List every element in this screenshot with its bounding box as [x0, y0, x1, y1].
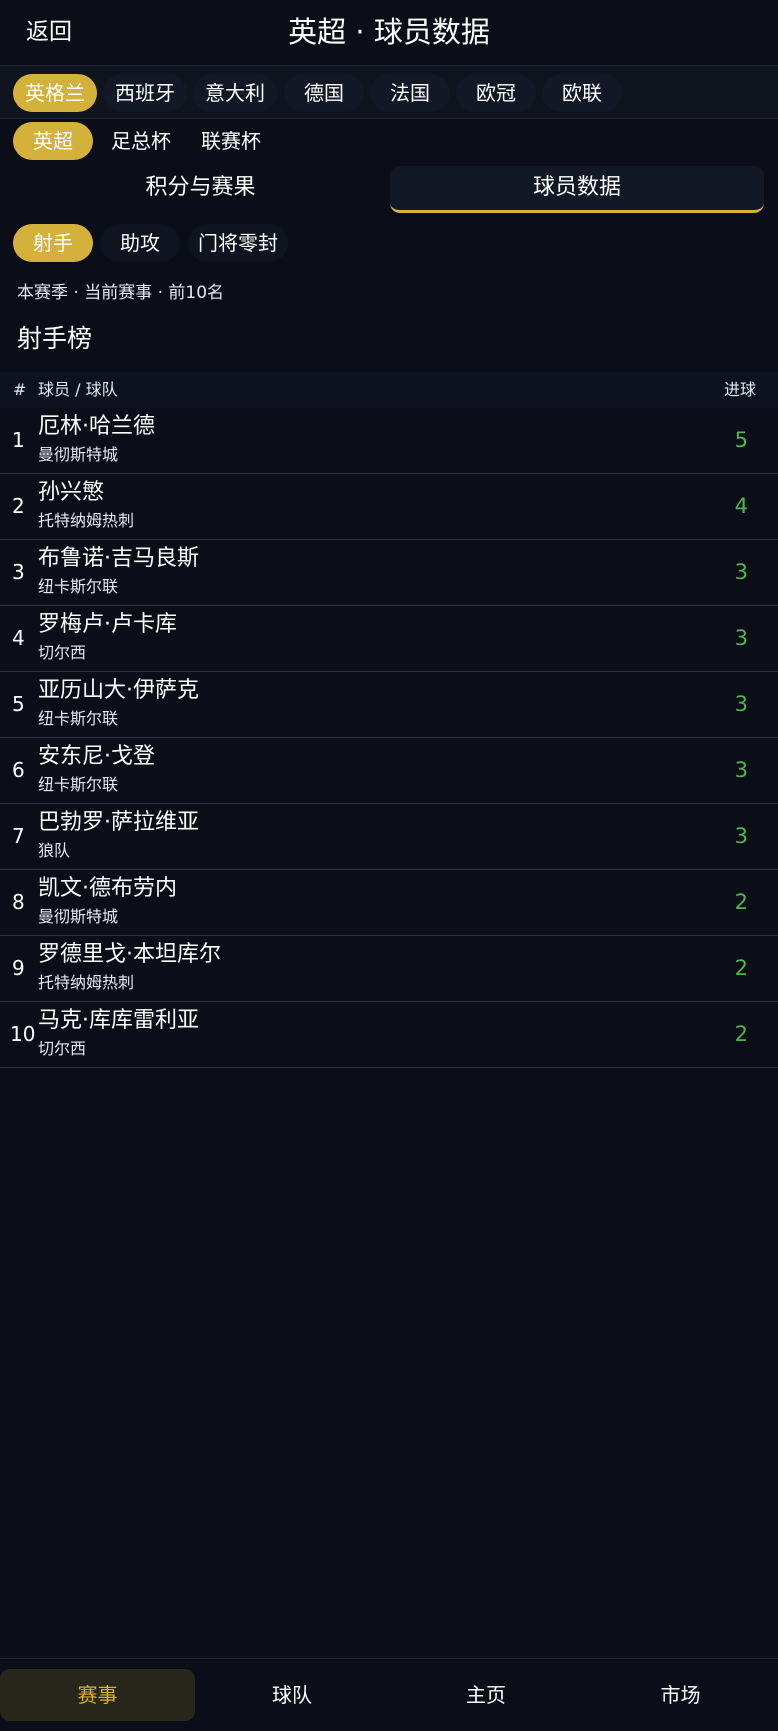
stat-type-tabs: 射手 助攻 门将零封 [0, 224, 778, 266]
row-goals: 4 [734, 494, 748, 518]
row-team: 切尔西 [38, 643, 87, 662]
row-team: 纽卡斯尔联 [38, 709, 119, 728]
header: 返回 英超 · 球员数据 [0, 0, 778, 66]
row-goals: 3 [734, 560, 748, 584]
stat-tab-assists[interactable]: 助攻 [100, 224, 180, 262]
country-tab-spain[interactable]: 西班牙 [103, 74, 187, 112]
row-team: 曼彻斯特城 [38, 907, 119, 926]
competition-tab-league-cup[interactable]: 联赛杯 [190, 122, 272, 160]
row-goals: 2 [734, 890, 748, 914]
row-rank: 1 [12, 428, 25, 452]
nav-market[interactable]: 市场 [583, 1669, 778, 1721]
scorers-table: # 球员 / 球队 进球 1 厄林·哈兰德 曼彻斯特城 5 2 孙兴慜 托特纳姆… [0, 372, 778, 1068]
row-rank: 9 [12, 956, 25, 980]
scope-meta: 本赛季 · 当前赛事 · 前10名 [17, 283, 225, 303]
app-screen: 返回 英超 · 球员数据 英格兰 西班牙 意大利 德国 法国 欧冠 欧联 英超 … [0, 0, 778, 1731]
row-team: 切尔西 [38, 1039, 87, 1058]
bottom-nav: 赛事 球队 主页 市场 [0, 1658, 778, 1731]
table-row[interactable]: 1 厄林·哈兰德 曼彻斯特城 5 [0, 408, 778, 474]
table-row[interactable]: 4 罗梅卢·卢卡库 切尔西 3 [0, 606, 778, 672]
row-rank: 8 [12, 890, 25, 914]
section-title: 射手榜 [17, 324, 93, 353]
row-player: 罗梅卢·卢卡库 [38, 612, 177, 637]
table-row[interactable]: 8 凯文·德布劳内 曼彻斯特城 2 [0, 870, 778, 936]
row-rank: 2 [12, 494, 25, 518]
table-row[interactable]: 2 孙兴慜 托特纳姆热刺 4 [0, 474, 778, 540]
country-tab-uel[interactable]: 欧联 [542, 74, 622, 112]
row-player: 凯文·德布劳内 [38, 876, 177, 901]
segment-standings-results[interactable]: 积分与赛果 [13, 166, 388, 210]
row-rank: 7 [12, 824, 25, 848]
row-team: 狼队 [38, 841, 71, 860]
country-tab-ucl[interactable]: 欧冠 [456, 74, 536, 112]
country-tabs: 英格兰 西班牙 意大利 德国 法国 欧冠 欧联 [0, 66, 778, 119]
table-header: # 球员 / 球队 进球 [0, 372, 778, 408]
table-row[interactable]: 10 马克·库库雷利亚 切尔西 2 [0, 1002, 778, 1068]
row-team: 托特纳姆热刺 [38, 973, 135, 992]
row-goals: 3 [734, 824, 748, 848]
row-goals: 3 [734, 692, 748, 716]
segment-switch: 积分与赛果 球员数据 [0, 166, 778, 214]
row-rank: 6 [12, 758, 25, 782]
row-goals: 5 [734, 428, 748, 452]
segment-player-stats[interactable]: 球员数据 [390, 166, 764, 213]
header-goals: 进球 [723, 380, 756, 399]
row-rank: 5 [12, 692, 25, 716]
row-player: 布鲁诺·吉马良斯 [38, 546, 199, 571]
row-player: 安东尼·戈登 [38, 744, 155, 769]
row-player: 亚历山大·伊萨克 [38, 678, 199, 703]
header-rank: # [13, 380, 27, 399]
row-rank: 10 [10, 1022, 36, 1046]
table-row[interactable]: 3 布鲁诺·吉马良斯 纽卡斯尔联 3 [0, 540, 778, 606]
page-title: 英超 · 球员数据 [288, 15, 490, 49]
competition-tab-premier-league[interactable]: 英超 [13, 122, 93, 160]
stat-tab-clean-sheets[interactable]: 门将零封 [188, 224, 288, 262]
row-player: 厄林·哈兰德 [38, 414, 155, 439]
competition-tab-fa-cup[interactable]: 足总杯 [100, 122, 182, 160]
row-rank: 3 [12, 560, 25, 584]
country-tab-italy[interactable]: 意大利 [193, 74, 277, 112]
row-team: 纽卡斯尔联 [38, 775, 119, 794]
table-row[interactable]: 7 巴勃罗·萨拉维亚 狼队 3 [0, 804, 778, 870]
row-goals: 2 [734, 1022, 748, 1046]
competition-tabs: 英超 足总杯 联赛杯 [0, 120, 778, 164]
nav-teams[interactable]: 球队 [195, 1669, 389, 1721]
row-team: 托特纳姆热刺 [38, 511, 135, 530]
row-goals: 3 [734, 626, 748, 650]
country-tab-germany[interactable]: 德国 [284, 74, 364, 112]
row-team: 曼彻斯特城 [38, 445, 119, 464]
header-player-team: 球员 / 球队 [38, 380, 118, 399]
nav-matches[interactable]: 赛事 [0, 1669, 195, 1721]
row-goals: 3 [734, 758, 748, 782]
row-rank: 4 [12, 626, 25, 650]
table-row[interactable]: 6 安东尼·戈登 纽卡斯尔联 3 [0, 738, 778, 804]
nav-home[interactable]: 主页 [389, 1669, 583, 1721]
row-player: 罗德里戈·本坦库尔 [38, 942, 221, 967]
row-goals: 2 [734, 956, 748, 980]
country-tab-france[interactable]: 法国 [370, 74, 450, 112]
row-team: 纽卡斯尔联 [38, 577, 119, 596]
row-player: 马克·库库雷利亚 [38, 1008, 199, 1033]
stat-tab-scorers[interactable]: 射手 [13, 224, 93, 262]
row-player: 巴勃罗·萨拉维亚 [38, 810, 199, 835]
row-player: 孙兴慜 [38, 480, 105, 505]
table-row[interactable]: 5 亚历山大·伊萨克 纽卡斯尔联 3 [0, 672, 778, 738]
country-tab-england[interactable]: 英格兰 [13, 74, 97, 112]
table-row[interactable]: 9 罗德里戈·本坦库尔 托特纳姆热刺 2 [0, 936, 778, 1002]
